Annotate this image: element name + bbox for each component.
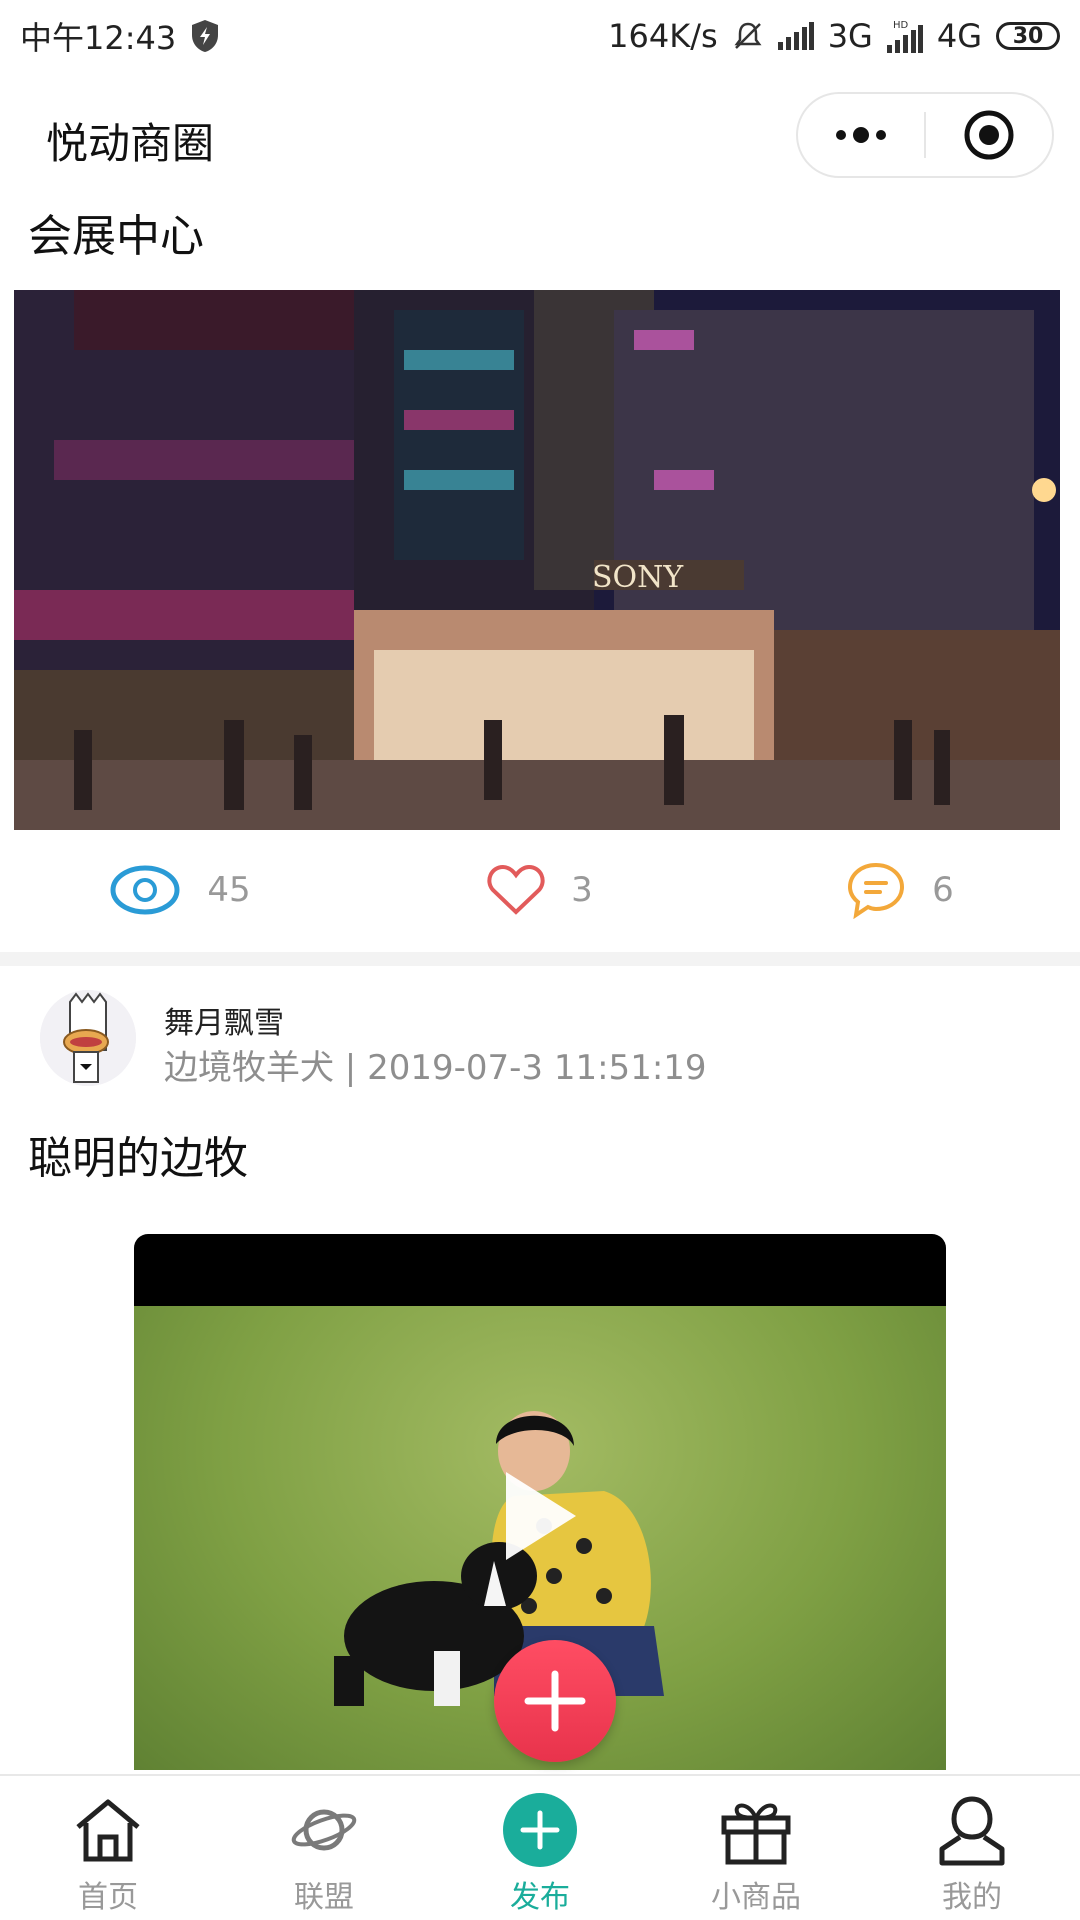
tab-label: 首页 <box>78 1880 138 1915</box>
bottom-tab-bar: 首页 联盟 发布 小商品 我的 <box>0 1774 1080 1920</box>
play-button[interactable] <box>506 1472 576 1560</box>
status-bar: 中午12:43 164K/s 3G HD 4G 30 <box>0 0 1080 72</box>
comments-stat[interactable]: 6 <box>720 861 1080 919</box>
tab-mine[interactable]: 我的 <box>864 1776 1080 1920</box>
shield-icon <box>192 20 219 52</box>
tab-publish[interactable]: 发布 <box>432 1776 648 1920</box>
target-icon <box>964 110 1014 160</box>
home-icon <box>68 1790 148 1870</box>
mall-night-scene: SONY <box>14 290 1060 830</box>
network-speed: 164K/s <box>608 17 718 55</box>
network-4g-label: 4G <box>936 17 982 55</box>
plus-icon <box>524 1670 586 1732</box>
eye-icon <box>110 865 180 915</box>
tab-label: 发布 <box>510 1880 570 1915</box>
publish-icon <box>500 1790 580 1870</box>
author-name[interactable]: 舞月飘雪 <box>164 998 284 1042</box>
post-meta: 边境牧羊犬 | 2019-07-3 11:51:19 <box>164 1048 707 1088</box>
likes-count: 3 <box>571 870 593 910</box>
tab-label: 我的 <box>942 1880 1002 1915</box>
post-title[interactable]: 会展中心 <box>28 200 204 264</box>
tab-label: 小商品 <box>711 1880 801 1915</box>
heart-icon <box>487 864 545 915</box>
more-button[interactable] <box>798 94 924 176</box>
tab-small-goods[interactable]: 小商品 <box>648 1776 864 1920</box>
post-title-2[interactable]: 聪明的边牧 <box>28 1122 248 1186</box>
cartoon-avatar-icon <box>40 990 136 1086</box>
mute-bell-icon <box>734 22 762 49</box>
tab-home[interactable]: 首页 <box>0 1776 216 1920</box>
nav-bar: 悦动商圈 <box>0 88 1080 188</box>
planet-icon <box>284 1790 364 1870</box>
network-3g-label: 3G <box>827 17 873 55</box>
more-dots-icon <box>836 127 886 143</box>
views-stat[interactable]: 45 <box>0 864 360 916</box>
status-right: 164K/s 3G HD 4G 30 <box>608 17 1060 55</box>
svg-text:HD: HD <box>893 20 909 31</box>
comment-bubble-icon <box>848 862 905 919</box>
tab-alliance[interactable]: 联盟 <box>216 1776 432 1920</box>
post-stats-row: 45 3 6 <box>0 840 1080 940</box>
status-left: 中午12:43 <box>20 13 220 59</box>
page-title: 悦动商圈 <box>46 119 215 168</box>
gift-icon <box>716 1790 796 1870</box>
mini-program-capsule <box>796 92 1054 178</box>
svg-text:SONY: SONY <box>592 560 684 595</box>
publish-fab-button[interactable] <box>494 1640 616 1762</box>
comments-count: 6 <box>932 870 954 910</box>
likes-stat[interactable]: 3 <box>360 864 720 916</box>
close-mini-program-button[interactable] <box>926 94 1052 176</box>
battery-indicator: 30 <box>996 22 1060 50</box>
views-count: 45 <box>207 870 251 910</box>
tab-label: 联盟 <box>294 1880 354 1915</box>
post-separator <box>0 952 1080 966</box>
avatar[interactable] <box>40 990 136 1086</box>
signal-icon-3g <box>777 22 814 50</box>
status-time: 中午12:43 <box>20 19 177 57</box>
signal-icon-4g: HD <box>886 20 923 53</box>
post-image-mall-night[interactable]: SONY <box>14 290 1060 830</box>
user-icon <box>932 1790 1012 1870</box>
